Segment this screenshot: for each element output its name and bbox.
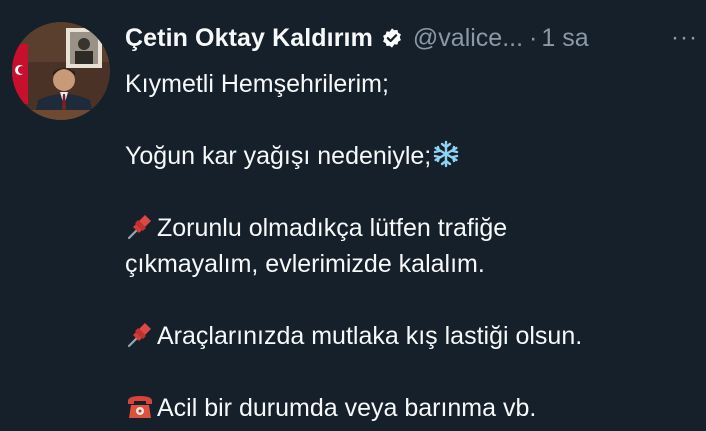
pushpin-icon xyxy=(125,211,155,241)
tweet-header: Çetin Oktay Kaldırım @valice... · 1 sa ·… xyxy=(125,20,706,56)
pushpin-icon xyxy=(125,319,155,349)
tweet-line-traffic: Zorunlu olmadıkça lütfen trafiğe çıkmayal… xyxy=(125,210,695,282)
tweet-text: Kıymetli Hemşehrilerim; Yoğun kar yağışı… xyxy=(125,66,695,426)
author-display-name[interactable]: Çetin Oktay Kaldırım xyxy=(125,24,373,53)
tweet-timestamp[interactable]: 1 sa xyxy=(541,24,588,53)
tweet-line-tires-text: Araçlarınızda mutlaka kış lastiği olsun. xyxy=(157,322,583,350)
telephone-icon xyxy=(125,391,155,421)
tweet-line-emergency-text: Acil bir durumda veya barınma vb. xyxy=(157,394,537,422)
tweet-line-snow-text: Yoğun kar yağışı nedeniyle; xyxy=(125,142,432,170)
tweet-line-emergency: Acil bir durumda veya barınma vb. xyxy=(125,390,695,426)
tweet-line-greeting: Kıymetli Hemşehrilerim; xyxy=(125,70,389,98)
avatar-photo xyxy=(12,22,110,120)
more-options-icon[interactable]: ··· xyxy=(671,20,698,56)
verified-badge-icon xyxy=(381,27,403,49)
tweet-card[interactable]: Çetin Oktay Kaldırım @valice... · 1 sa ·… xyxy=(0,0,706,431)
tweet-line-tires: Araçlarınızda mutlaka kış lastiği olsun. xyxy=(125,318,695,354)
tweet-line-snow: Yoğun kar yağışı nedeniyle; xyxy=(125,138,695,174)
snowflake-icon xyxy=(431,139,461,169)
separator-dot: · xyxy=(529,23,538,52)
tweet-line-traffic-text-2: çıkmayalım, evlerimizde kalalım. xyxy=(125,250,485,278)
author-handle[interactable]: @valice... xyxy=(413,24,523,53)
tweet-line-traffic-text-1: Zorunlu olmadıkça lütfen trafiğe xyxy=(157,214,508,242)
avatar[interactable] xyxy=(12,22,110,120)
